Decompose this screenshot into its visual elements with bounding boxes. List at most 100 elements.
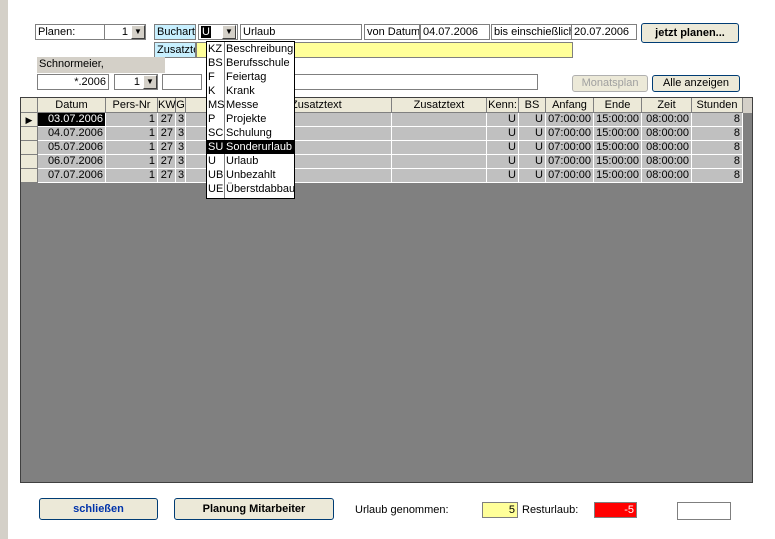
- table-cell[interactable]: 08:00:00: [642, 113, 692, 127]
- table-cell[interactable]: 3: [176, 141, 186, 155]
- table-cell[interactable]: U: [519, 169, 546, 183]
- table-cell[interactable]: 15:00:00: [594, 169, 642, 183]
- table-cell[interactable]: 04.07.2006: [38, 127, 106, 141]
- table-cell[interactable]: 8: [692, 127, 743, 141]
- month-chevron-down-icon[interactable]: ▼: [143, 75, 157, 89]
- row-selector[interactable]: [21, 155, 37, 169]
- table-row[interactable]: 04.07.2006 1 27 3 U U 07:00:00 15:00:00 08:00:00…: [21, 127, 752, 141]
- table-cell[interactable]: 07:00:00: [546, 155, 594, 169]
- table-cell[interactable]: 07:00:00: [546, 113, 594, 127]
- year-field[interactable]: *.2006: [37, 74, 109, 90]
- table-cell[interactable]: 27: [158, 113, 176, 127]
- table-cell[interactable]: 8: [692, 155, 743, 169]
- current-row-arrow-icon[interactable]: ▶: [21, 113, 37, 127]
- table-cell[interactable]: U: [519, 155, 546, 169]
- col-datum[interactable]: Datum: [38, 98, 106, 113]
- table-cell[interactable]: 1: [106, 141, 158, 155]
- table-cell[interactable]: 27: [158, 127, 176, 141]
- table-cell[interactable]: U: [487, 127, 519, 141]
- col-stunden[interactable]: Stunden: [692, 98, 743, 113]
- von-datum-field[interactable]: 04.07.2006: [420, 24, 490, 40]
- table-cell[interactable]: 27: [158, 169, 176, 183]
- table-cell[interactable]: 07:00:00: [546, 169, 594, 183]
- table-cell[interactable]: 03.07.2006: [38, 113, 106, 127]
- table-cell[interactable]: U: [487, 141, 519, 155]
- table-cell[interactable]: 07.07.2006: [38, 169, 106, 183]
- table-cell[interactable]: 3: [176, 127, 186, 141]
- table-cell[interactable]: 05.07.2006: [38, 141, 106, 155]
- table-row[interactable]: 06.07.2006 1 27 3 U U 07:00:00 15:00:00 08:00:00…: [21, 155, 752, 169]
- table-row[interactable]: 05.07.2006 1 27 3 U U 07:00:00 15:00:00 08:00:00…: [21, 141, 752, 155]
- col-ende[interactable]: Ende: [594, 98, 642, 113]
- table-cell[interactable]: 27: [158, 155, 176, 169]
- dropdown-item[interactable]: UB Unbezahlt: [207, 168, 294, 182]
- table-cell[interactable]: U: [487, 169, 519, 183]
- monatsplan-button[interactable]: Monatsplan: [572, 75, 648, 92]
- table-cell[interactable]: U: [519, 127, 546, 141]
- col-kenn[interactable]: Kenn:: [487, 98, 519, 113]
- jetzt-planen-button[interactable]: jetzt planen...: [641, 23, 739, 43]
- table-cell[interactable]: 07:00:00: [546, 141, 594, 155]
- dropdown-item[interactable]: SC Schulung: [207, 126, 294, 140]
- table-cell[interactable]: [392, 155, 487, 169]
- row-selector[interactable]: [21, 169, 37, 183]
- col-anfang[interactable]: Anfang: [546, 98, 594, 113]
- table-cell[interactable]: 08:00:00: [642, 169, 692, 183]
- buchart-description-field[interactable]: Urlaub: [240, 24, 362, 40]
- table-cell[interactable]: U: [487, 113, 519, 127]
- table-cell[interactable]: 8: [692, 141, 743, 155]
- planen-chevron-down-icon[interactable]: ▼: [131, 25, 145, 39]
- table-cell[interactable]: 3: [176, 113, 186, 127]
- table-cell[interactable]: 3: [176, 169, 186, 183]
- dropdown-item[interactable]: UE Überstdabbau: [207, 182, 295, 196]
- table-cell[interactable]: U: [519, 141, 546, 155]
- alle-anzeigen-button[interactable]: Alle anzeigen: [652, 75, 740, 92]
- blank-field[interactable]: [677, 502, 731, 520]
- table-cell[interactable]: 15:00:00: [594, 127, 642, 141]
- col-zusatztext-2[interactable]: Zusatztext: [392, 98, 487, 113]
- table-cell[interactable]: 08:00:00: [642, 127, 692, 141]
- table-cell[interactable]: 15:00:00: [594, 141, 642, 155]
- table-cell[interactable]: 1: [106, 127, 158, 141]
- dropdown-item[interactable]: SU Sonderurlaub: [207, 140, 294, 154]
- dropdown-item[interactable]: K Krank: [207, 84, 294, 98]
- table-cell[interactable]: U: [487, 155, 519, 169]
- bis-datum-field[interactable]: 20.07.2006: [571, 24, 637, 40]
- col-kw[interactable]: KW: [158, 98, 176, 113]
- table-cell[interactable]: 1: [106, 169, 158, 183]
- table-cell[interactable]: 08:00:00: [642, 155, 692, 169]
- table-cell[interactable]: 15:00:00: [594, 113, 642, 127]
- aux-field[interactable]: [162, 74, 202, 90]
- col-pers-nr[interactable]: Pers-Nr: [106, 98, 158, 113]
- booking-grid[interactable]: Datum Pers-Nr KW G Zusatztext Zusatztext…: [20, 97, 753, 483]
- table-cell[interactable]: 8: [692, 113, 743, 127]
- dropdown-item[interactable]: BS Berufsschule: [207, 56, 294, 70]
- table-cell[interactable]: [392, 127, 487, 141]
- table-cell[interactable]: 27: [158, 141, 176, 155]
- row-selector[interactable]: [21, 141, 37, 155]
- table-cell[interactable]: [392, 141, 487, 155]
- table-cell[interactable]: 3: [176, 155, 186, 169]
- buchart-dropdown-list[interactable]: KZ Beschreibung BS Berufsschule F Feiertag K…: [206, 41, 295, 199]
- dropdown-item[interactable]: MS Messe: [207, 98, 294, 112]
- dropdown-item[interactable]: P Projekte: [207, 112, 294, 126]
- buchart-chevron-down-icon[interactable]: ▼: [222, 25, 236, 39]
- table-cell[interactable]: 06.07.2006: [38, 155, 106, 169]
- table-cell[interactable]: 07:00:00: [546, 127, 594, 141]
- table-cell[interactable]: 8: [692, 169, 743, 183]
- row-selector[interactable]: [21, 127, 37, 141]
- col-bs[interactable]: BS: [519, 98, 546, 113]
- dropdown-item[interactable]: U Urlaub: [207, 154, 294, 168]
- table-cell[interactable]: 1: [106, 155, 158, 169]
- table-cell[interactable]: 15:00:00: [594, 155, 642, 169]
- table-cell[interactable]: [392, 113, 487, 127]
- dropdown-item[interactable]: F Feiertag: [207, 70, 294, 84]
- search-field[interactable]: [294, 74, 538, 90]
- table-cell[interactable]: U: [519, 113, 546, 127]
- table-row[interactable]: ▶ 03.07.2006 1 27 3 U U 07:00:00 15:00:00 08:00:0…: [21, 113, 752, 127]
- close-button[interactable]: schließen: [39, 498, 158, 520]
- table-cell[interactable]: 08:00:00: [642, 141, 692, 155]
- planung-mitarbeiter-button[interactable]: Planung Mitarbeiter: [174, 498, 334, 520]
- table-cell[interactable]: [392, 169, 487, 183]
- table-row[interactable]: 07.07.2006 1 27 3 U U 07:00:00 15:00:00 08:00:00…: [21, 169, 752, 183]
